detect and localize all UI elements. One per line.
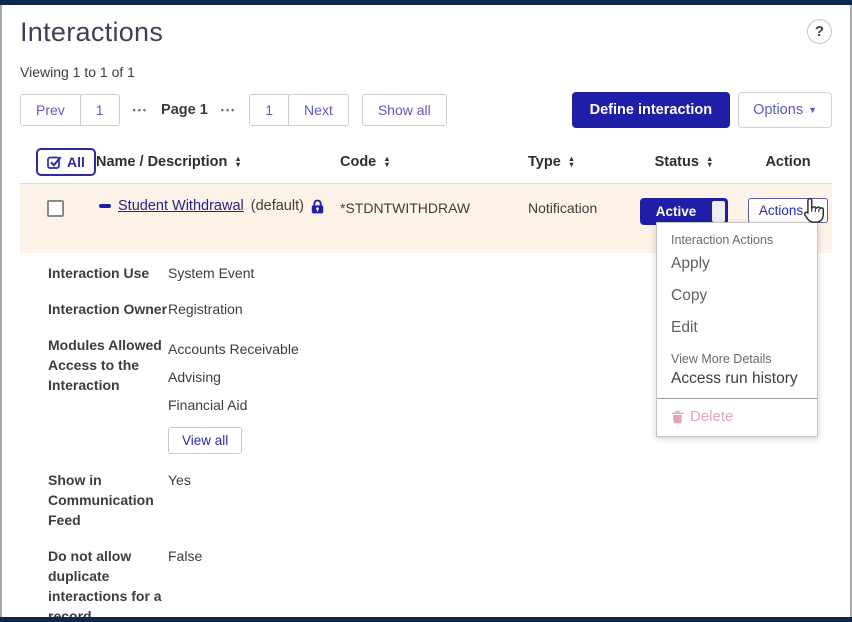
view-all-button[interactable]: View all — [168, 427, 242, 454]
column-header-name[interactable]: Name / Description▲▼ — [96, 154, 340, 170]
sort-icon[interactable]: ▲▼ — [383, 156, 390, 169]
column-header-type[interactable]: Type▲▼ — [528, 154, 624, 170]
app-window: Interactions ? Viewing 1 to 1 of 1 Prev … — [0, 0, 852, 622]
page-1-button[interactable]: 1 — [80, 95, 119, 125]
actions-label: Actions — [759, 203, 803, 218]
options-label: Options — [753, 102, 803, 118]
actions-dropdown-menu: Interaction Actions Apply Copy Edit View… — [656, 222, 818, 437]
viewing-status: Viewing 1 to 1 of 1 — [20, 64, 832, 80]
field-value: False — [168, 546, 832, 617]
column-header-action: Action — [744, 154, 832, 170]
define-interaction-button[interactable]: Define interaction — [572, 92, 730, 128]
pager-group-prev: Prev 1 — [20, 94, 120, 126]
detail-duplicate-interactions: Do not allow duplicate interactions for … — [48, 546, 832, 617]
table-header: All Name / Description▲▼ Code▲▼ Type▲▼ S… — [20, 148, 832, 184]
status-label: Active — [640, 204, 712, 219]
field-value: Yes — [168, 470, 832, 530]
help-icon[interactable]: ? — [807, 19, 832, 44]
menu-item-edit[interactable]: Edit — [657, 312, 817, 344]
default-label: (default) — [251, 198, 304, 214]
sort-icon[interactable]: ▲▼ — [234, 156, 241, 169]
sort-icon[interactable]: ▲▼ — [706, 156, 713, 169]
field-label: Do not allow duplicate interactions for … — [48, 546, 168, 617]
status-toggle[interactable]: Active — [640, 198, 728, 225]
lock-icon — [311, 199, 324, 214]
menu-item-apply[interactable]: Apply — [657, 249, 817, 280]
options-button[interactable]: Options ▼ — [738, 92, 832, 128]
pagination: Prev 1 ••• Page 1 ••• 1 Next Show all — [20, 94, 447, 126]
menu-item-copy[interactable]: Copy — [657, 280, 817, 312]
current-page-label: Page 1 — [161, 102, 208, 118]
ellipsis-left: ••• — [133, 105, 148, 115]
field-label: Interaction Owner — [48, 299, 168, 319]
prev-button[interactable]: Prev — [21, 95, 80, 125]
window-border-left — [0, 5, 2, 617]
sort-icon[interactable]: ▲▼ — [568, 156, 575, 169]
column-header-status[interactable]: Status▲▼ — [624, 154, 744, 170]
toolbar: Prev 1 ••• Page 1 ••• 1 Next Show all De… — [20, 92, 832, 128]
field-label: Interaction Use — [48, 263, 168, 283]
field-label: Modules Allowed Access to the Interactio… — [48, 335, 168, 454]
show-all-button[interactable]: Show all — [362, 94, 447, 126]
window-border-bottom — [0, 617, 852, 622]
mouse-cursor-hand-icon — [798, 196, 825, 230]
menu-group-label: Interaction Actions — [657, 223, 817, 249]
detail-communication-feed: Show in Communication Feed Yes — [48, 470, 832, 530]
toolbar-actions: Define interaction Options ▼ — [572, 92, 832, 128]
menu-item-delete[interactable]: Delete — [657, 399, 817, 436]
type-cell: Notification — [528, 198, 624, 216]
delete-label: Delete — [690, 408, 733, 425]
checkbox-check-icon — [47, 155, 62, 169]
next-button[interactable]: Next — [288, 95, 348, 125]
interaction-name-link[interactable]: Student Withdrawal — [118, 198, 244, 214]
select-all-label: All — [67, 154, 85, 170]
pager-group-next: 1 Next — [249, 94, 349, 126]
code-cell: *STDNTWITHDRAW — [340, 198, 528, 216]
row-checkbox[interactable] — [47, 200, 64, 217]
window-border-top — [0, 0, 852, 5]
menu-item-access-run-history[interactable]: Access run history — [657, 366, 817, 398]
menu-group-label: View More Details — [657, 344, 817, 366]
page-title: Interactions — [20, 17, 163, 48]
toggle-knob — [712, 201, 725, 222]
column-header-code[interactable]: Code▲▼ — [340, 154, 528, 170]
ellipsis-right: ••• — [221, 105, 236, 115]
chevron-down-icon: ▼ — [808, 105, 817, 115]
name-cell: Student Withdrawal (default) — [99, 198, 340, 214]
trash-icon — [671, 410, 684, 424]
select-all-button[interactable]: All — [36, 148, 96, 176]
last-page-button[interactable]: 1 — [250, 95, 288, 125]
collapse-icon[interactable] — [99, 204, 111, 208]
title-bar: Interactions ? — [20, 17, 832, 48]
field-label: Show in Communication Feed — [48, 470, 168, 530]
